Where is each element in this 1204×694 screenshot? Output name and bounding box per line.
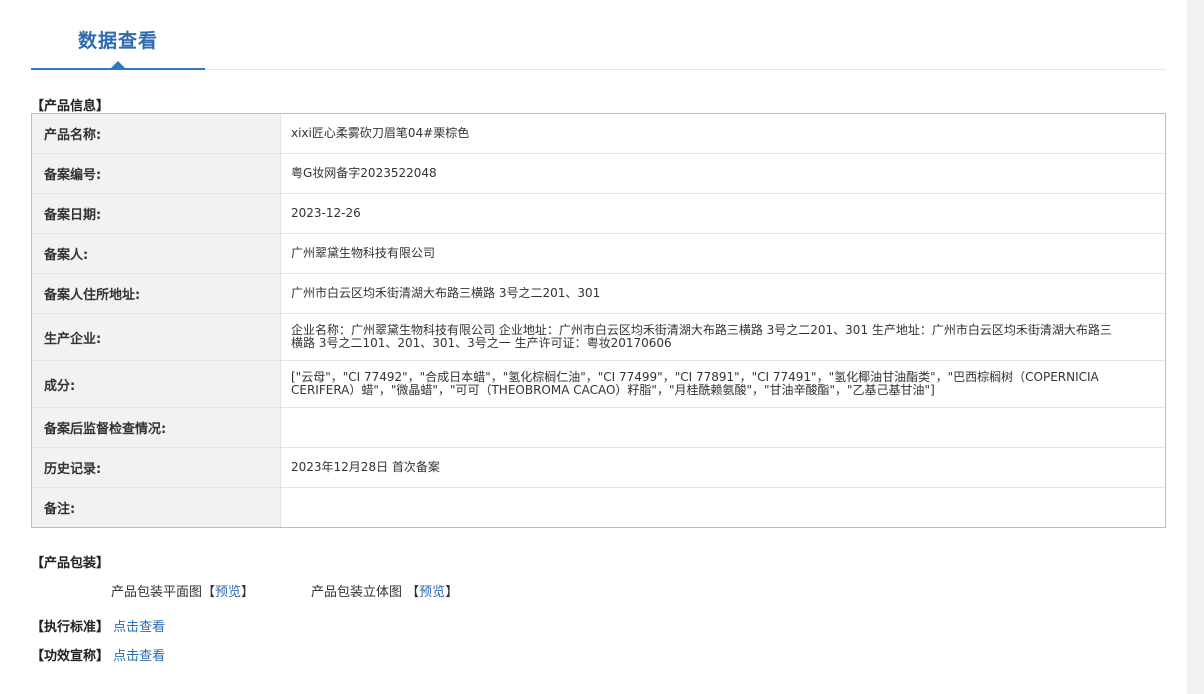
efficacy-row: 【功效宣称】 点击查看: [31, 645, 165, 664]
row-label: 备案日期:: [32, 194, 281, 233]
efficacy-label: 【功效宣称】: [31, 649, 110, 664]
row-label: 备注:: [32, 488, 281, 527]
table-row: 备案后监督检查情况:: [32, 407, 1165, 447]
packaging-section-title: 【产品包装】: [31, 556, 110, 571]
standard-label: 【执行标准】: [31, 620, 110, 635]
row-value: 广州市白云区均禾街清湖大布路三横路 3号之二201、301: [291, 286, 601, 300]
packaging-flat-item: 产品包装平面图【预览】: [111, 581, 254, 600]
row-value: 2023年12月28日 首次备案: [291, 460, 440, 474]
row-value: 2023-12-26: [291, 206, 361, 220]
row-label: 产品名称:: [32, 114, 281, 153]
row-value: 企业名称：广州翠黛生物科技有限公司 企业地址：广州市白云区均禾街清湖大布路三横路…: [291, 323, 1112, 350]
vertical-scrollbar[interactable]: [1187, 0, 1204, 694]
table-row: 成分: ["云母"，"CI 77492"，"合成日本蜡"，"氢化棕榈仁油"，"C…: [32, 360, 1165, 407]
product-info-table: 产品名称: xixi匠心柔雾砍刀眉笔04#栗棕色 备案编号: 粤G妆网备字202…: [31, 113, 1166, 528]
bracket-close: 】: [241, 585, 255, 600]
packaging-solid-label: 产品包装立体图: [311, 585, 403, 600]
solid-preview-link[interactable]: 预览: [419, 585, 445, 600]
row-label: 历史记录:: [32, 448, 281, 487]
packaging-solid-item: 产品包装立体图 【预览】: [311, 581, 458, 600]
table-row: 备注:: [32, 487, 1165, 527]
product-info-section-title: 【产品信息】: [31, 99, 110, 114]
table-row: 生产企业: 企业名称：广州翠黛生物科技有限公司 企业地址：广州市白云区均禾街清湖…: [32, 313, 1165, 360]
standard-view-link[interactable]: 点击查看: [113, 620, 165, 635]
efficacy-view-link[interactable]: 点击查看: [113, 649, 165, 664]
row-value: xixi匠心柔雾砍刀眉笔04#栗棕色: [291, 126, 470, 140]
packaging-flat-label: 产品包装平面图: [111, 585, 203, 600]
table-row: 备案日期: 2023-12-26: [32, 193, 1165, 233]
flat-preview-link[interactable]: 预览: [215, 585, 241, 600]
bracket-close: 】: [445, 585, 459, 600]
row-value: 广州翠黛生物科技有限公司: [291, 246, 436, 260]
row-value: 粤G妆网备字2023522048: [291, 166, 437, 180]
table-row: 备案人住所地址: 广州市白云区均禾街清湖大布路三横路 3号之二201、301: [32, 273, 1165, 313]
bracket-open: 【: [202, 585, 216, 600]
bracket-open: 【: [406, 585, 420, 600]
standard-row: 【执行标准】 点击查看: [31, 616, 165, 635]
row-label: 备案编号:: [32, 154, 281, 193]
row-value: [281, 408, 1165, 447]
row-label: 备案人住所地址:: [32, 274, 281, 313]
tab-data-view[interactable]: 数据查看: [31, 0, 205, 70]
table-row: 产品名称: xixi匠心柔雾砍刀眉笔04#栗棕色: [32, 114, 1165, 153]
row-value: ["云母"，"CI 77492"，"合成日本蜡"，"氢化棕榈仁油"，"CI 77…: [291, 370, 1099, 397]
table-row: 历史记录: 2023年12月28日 首次备案: [32, 447, 1165, 487]
row-label: 备案后监督检查情况:: [32, 408, 281, 447]
tab-caret-icon: [111, 61, 125, 68]
row-label: 生产企业:: [32, 314, 281, 360]
row-label: 备案人:: [32, 234, 281, 273]
tab-bar: 数据查看: [31, 0, 1166, 70]
row-label: 成分:: [32, 361, 281, 407]
table-row: 备案人: 广州翠黛生物科技有限公司: [32, 233, 1165, 273]
row-value: [281, 488, 1165, 527]
table-row: 备案编号: 粤G妆网备字2023522048: [32, 153, 1165, 193]
tab-data-view-label: 数据查看: [77, 30, 158, 52]
